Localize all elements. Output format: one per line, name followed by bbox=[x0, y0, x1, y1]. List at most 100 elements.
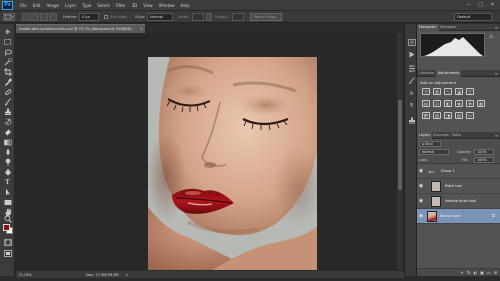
tab-histogram[interactable]: Histogram bbox=[417, 24, 439, 31]
layer-row-background[interactable]: ◉ Background ⚿ bbox=[417, 209, 500, 224]
clone-stamp-tool-icon[interactable] bbox=[3, 108, 12, 116]
layer-row-group[interactable]: ◉ ▸▭ Group 1 bbox=[417, 164, 500, 179]
eye-icon[interactable]: ◉ bbox=[418, 168, 424, 174]
quick-mask-icon[interactable] bbox=[3, 238, 12, 246]
clone-source-icon[interactable] bbox=[407, 116, 416, 124]
tab-libraries[interactable]: Libraries bbox=[417, 70, 436, 77]
layer-kind-filter[interactable]: ρ Kind bbox=[419, 141, 441, 147]
eyedropper-tool-icon[interactable] bbox=[3, 78, 12, 86]
selective-color-icon[interactable]: ▨ bbox=[455, 112, 463, 119]
exposure-icon[interactable]: ◪ bbox=[455, 88, 463, 95]
new-selection-button[interactable] bbox=[22, 13, 30, 21]
height-input[interactable] bbox=[232, 13, 244, 21]
photo-filter-icon[interactable]: ◉ bbox=[455, 100, 463, 107]
tab-adjustments[interactable]: Adjustments bbox=[436, 70, 462, 77]
curves-icon[interactable]: ∿ bbox=[444, 88, 452, 95]
color-balance-icon[interactable]: ⚖ bbox=[433, 100, 441, 107]
tool-preset-picker[interactable] bbox=[3, 13, 15, 21]
close-window-button[interactable]: ✕ bbox=[488, 1, 497, 9]
rectangle-tool-icon[interactable] bbox=[3, 198, 12, 206]
menu-type[interactable]: Type bbox=[79, 0, 94, 11]
gradient-map-icon[interactable]: ▭ bbox=[466, 112, 474, 119]
width-input[interactable] bbox=[192, 13, 204, 21]
workspace-select[interactable]: Default bbox=[454, 13, 492, 21]
menu-view[interactable]: View bbox=[140, 0, 156, 11]
levels-icon[interactable]: ▥ bbox=[433, 88, 441, 95]
layer-row-patch[interactable]: ◉ Patch tool bbox=[417, 179, 500, 194]
link-layers-icon[interactable]: ⚭ bbox=[460, 269, 463, 276]
crop-tool-icon[interactable] bbox=[3, 68, 12, 76]
minimize-button[interactable]: — bbox=[464, 1, 473, 9]
tab-layers[interactable]: Layers bbox=[417, 132, 433, 139]
character-panel-icon[interactable]: A bbox=[407, 90, 416, 98]
zoom-level[interactable]: 73,74% bbox=[18, 272, 38, 278]
vertical-scroll-thumb[interactable] bbox=[398, 100, 402, 190]
paragraph-panel-icon[interactable]: ¶ bbox=[407, 102, 416, 110]
actions-panel-icon[interactable] bbox=[407, 50, 416, 58]
panel-menu-icon[interactable]: ≡ bbox=[495, 24, 498, 31]
menu-filter[interactable]: Filter bbox=[113, 0, 129, 11]
tab-navigator[interactable]: Navigator bbox=[438, 24, 459, 31]
black-white-icon[interactable]: ◧ bbox=[444, 100, 452, 107]
dodge-tool-icon[interactable] bbox=[3, 158, 12, 166]
menu-3d[interactable]: 3D bbox=[129, 0, 141, 11]
lock-icon[interactable]: ⚿ bbox=[492, 213, 495, 219]
feather-input[interactable]: 0 px bbox=[79, 13, 99, 21]
history-brush-tool-icon[interactable] bbox=[3, 118, 12, 126]
add-mask-icon[interactable]: ▣ bbox=[480, 269, 484, 276]
status-menu-arrow[interactable]: ▸ bbox=[126, 272, 128, 278]
tab-channels[interactable]: Channels bbox=[431, 132, 451, 139]
blend-mode-select[interactable]: Normal bbox=[419, 149, 449, 155]
eye-icon[interactable]: ◉ bbox=[418, 198, 424, 204]
channel-mixer-icon[interactable]: ❀ bbox=[466, 100, 474, 107]
layer-style-icon[interactable]: fx bbox=[467, 269, 471, 276]
pen-tool-icon[interactable] bbox=[3, 168, 12, 176]
anti-alias-checkbox[interactable] bbox=[104, 15, 108, 19]
foreground-color-swatch[interactable] bbox=[3, 224, 10, 231]
healing-brush-tool-icon[interactable] bbox=[3, 88, 12, 96]
refine-edge-button[interactable]: Refine Edge... bbox=[250, 13, 282, 21]
brightness-icon[interactable]: ☼ bbox=[422, 88, 430, 95]
hue-saturation-icon[interactable]: ▤ bbox=[422, 100, 430, 107]
zoom-tool-icon[interactable] bbox=[3, 215, 12, 223]
warning-icon[interactable]: ⚠ bbox=[489, 34, 497, 42]
menu-edit[interactable]: Edit bbox=[30, 0, 44, 11]
posterize-icon[interactable]: ▧ bbox=[433, 112, 441, 119]
eraser-tool-icon[interactable] bbox=[3, 128, 12, 136]
menu-window[interactable]: Window bbox=[156, 0, 178, 11]
add-selection-button[interactable] bbox=[31, 13, 39, 21]
eye-icon[interactable]: ◉ bbox=[418, 183, 424, 189]
fill-input[interactable]: 100% bbox=[474, 157, 494, 163]
subtract-selection-button[interactable] bbox=[40, 13, 48, 21]
maximize-button[interactable]: □ bbox=[476, 1, 485, 9]
portrait-photo[interactable] bbox=[148, 57, 317, 273]
move-tool-icon[interactable]: ✥ bbox=[3, 28, 12, 36]
opacity-input[interactable]: 100% bbox=[474, 149, 494, 155]
gradient-tool-icon[interactable] bbox=[3, 138, 12, 146]
screen-mode-icon[interactable] bbox=[3, 249, 12, 257]
swap-dimensions-icon[interactable] bbox=[206, 13, 212, 21]
invert-icon[interactable]: ◩ bbox=[422, 112, 430, 119]
close-icon[interactable]: × bbox=[140, 25, 143, 33]
path-selection-tool-icon[interactable] bbox=[3, 188, 12, 196]
layer-row-healing[interactable]: ◉ Healing brush tool bbox=[417, 194, 500, 209]
intersect-selection-button[interactable] bbox=[49, 13, 57, 21]
brush-presets-icon[interactable] bbox=[407, 76, 416, 84]
new-layer-icon[interactable]: ⊞ bbox=[494, 269, 497, 276]
new-group-icon[interactable]: ▭ bbox=[487, 269, 491, 276]
menu-layer[interactable]: Layer bbox=[62, 0, 79, 11]
menu-help[interactable]: Help bbox=[177, 0, 192, 11]
color-lookup-icon[interactable]: ▦ bbox=[477, 100, 485, 107]
tab-paths[interactable]: Paths bbox=[450, 132, 463, 139]
lasso-tool-icon[interactable] bbox=[3, 48, 12, 56]
history-panel-icon[interactable] bbox=[407, 38, 416, 46]
vibrance-icon[interactable]: ▽ bbox=[466, 88, 474, 95]
panel-menu-icon[interactable]: ≡ bbox=[495, 70, 498, 77]
menu-file[interactable]: File bbox=[17, 0, 30, 11]
menu-select[interactable]: Select bbox=[94, 0, 112, 11]
eye-icon[interactable]: ◉ bbox=[418, 213, 424, 219]
panel-menu-icon[interactable]: ≡ bbox=[495, 132, 498, 139]
style-select[interactable]: Normal bbox=[147, 13, 173, 21]
marquee-tool-icon[interactable] bbox=[3, 38, 12, 46]
quick-selection-tool-icon[interactable] bbox=[3, 58, 12, 66]
